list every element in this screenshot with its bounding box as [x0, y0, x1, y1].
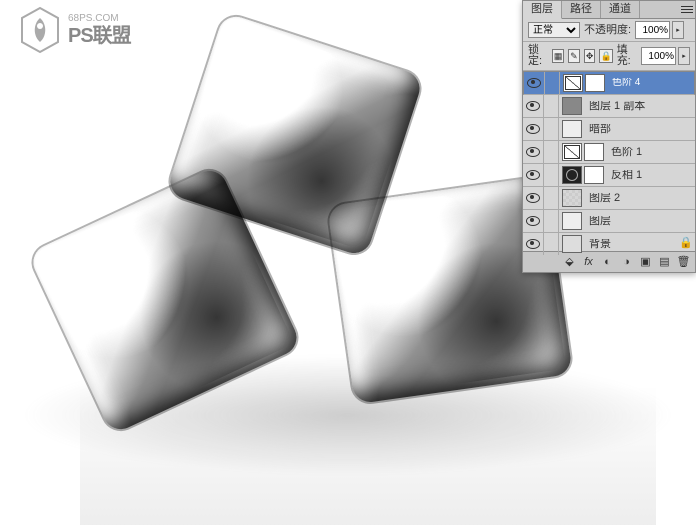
link-col — [544, 164, 559, 186]
lock-trans-icon[interactable]: ▦ — [552, 49, 564, 63]
visibility-toggle[interactable] — [523, 141, 544, 163]
group-icon[interactable]: ▣ — [638, 255, 653, 269]
lock-label: 锁定: — [528, 45, 548, 67]
visibility-toggle[interactable] — [523, 164, 544, 186]
layer-row[interactable]: 暗部 — [523, 118, 695, 141]
layer-list: 色阶 4 图层 1 副本暗部色阶 1 反相 1 图层 2 图层背景🔒 — [523, 71, 695, 251]
tab-layers[interactable]: 图层 — [523, 1, 562, 19]
layer-name: 色阶 1 — [607, 147, 695, 158]
logo-watermark: 68PS.COM PS联盟 — [18, 6, 131, 54]
visibility-toggle[interactable] — [523, 233, 544, 255]
blend-row: 正常 不透明度: ▸ — [523, 19, 695, 42]
img-thumb — [562, 97, 582, 115]
img-thumb — [562, 235, 582, 253]
layer-row[interactable]: 图层 — [523, 210, 695, 233]
layer-name: 图层 2 — [585, 193, 695, 204]
eye-icon — [526, 239, 540, 249]
lock-pos-icon[interactable]: ✥ — [584, 49, 596, 63]
adj-thumb — [563, 74, 583, 92]
logo-main: PS联盟 — [68, 26, 131, 46]
blend-mode-select[interactable]: 正常 — [528, 22, 580, 38]
link-col — [544, 233, 559, 255]
tab-channels[interactable]: 通道 — [601, 1, 640, 18]
layer-row[interactable]: 色阶 1 — [523, 141, 695, 164]
visibility-toggle[interactable] — [523, 95, 544, 117]
layers-panel: 图层 路径 通道 正常 不透明度: ▸ 锁定: ▦ ✎ ✥ 🔒 填充: ▸ 色阶… — [522, 0, 696, 273]
link-col — [544, 141, 559, 163]
txt-thumb — [562, 212, 582, 230]
eye-icon — [526, 147, 540, 157]
eye-icon — [526, 216, 540, 226]
link-layers-icon[interactable]: ⬙ — [562, 255, 577, 269]
opacity-input[interactable]: ▸ — [635, 22, 684, 38]
eye-icon — [526, 193, 540, 203]
fill-label: 填充: — [617, 45, 637, 67]
link-col — [544, 95, 559, 117]
adj-thumb — [562, 143, 582, 161]
layer-row[interactable]: 图层 2 — [523, 187, 695, 210]
new-layer-icon[interactable]: ▤ — [657, 255, 672, 269]
fill-input[interactable]: ▸ — [641, 48, 690, 64]
layer-row[interactable]: 色阶 4 — [523, 71, 695, 95]
link-col — [545, 72, 560, 94]
link-col — [544, 187, 559, 209]
link-col — [544, 118, 559, 140]
layer-row[interactable]: 图层 1 副本 — [523, 95, 695, 118]
txt-thumb — [562, 120, 582, 138]
layer-row[interactable]: 反相 1 — [523, 164, 695, 187]
eye-icon — [526, 101, 540, 111]
layer-name: 暗部 — [585, 124, 695, 135]
layer-name: 背景 — [585, 239, 679, 250]
mask-thumb — [584, 166, 604, 184]
lock-icon: 🔒 — [679, 238, 691, 250]
mask-icon[interactable]: ◐ — [600, 255, 615, 269]
opacity-label: 不透明度: — [584, 25, 631, 36]
eye-icon — [526, 170, 540, 180]
img-thumb — [562, 189, 582, 207]
adj-thumb — [562, 166, 582, 184]
panel-tabs: 图层 路径 通道 — [523, 1, 695, 19]
panel-menu-icon[interactable] — [681, 4, 693, 14]
eye-icon — [527, 78, 541, 88]
fx-icon[interactable]: fx — [581, 255, 596, 269]
link-col — [544, 210, 559, 232]
layer-name: 反相 1 — [607, 170, 695, 181]
adj-layer-icon[interactable]: ◑ — [619, 255, 634, 269]
logo-icon — [18, 6, 62, 54]
eye-icon — [526, 124, 540, 134]
visibility-toggle[interactable] — [523, 210, 544, 232]
lock-pixel-icon[interactable]: ✎ — [568, 49, 580, 63]
trash-icon[interactable]: 🗑 — [676, 255, 691, 269]
visibility-toggle[interactable] — [523, 187, 544, 209]
lock-row: 锁定: ▦ ✎ ✥ 🔒 填充: ▸ — [523, 42, 695, 71]
tab-paths[interactable]: 路径 — [562, 1, 601, 18]
visibility-toggle[interactable] — [523, 118, 544, 140]
mask-thumb — [585, 74, 605, 92]
lock-all-icon[interactable]: 🔒 — [599, 49, 612, 63]
visibility-toggle[interactable] — [524, 72, 545, 94]
layer-name: 图层 — [585, 216, 695, 227]
mask-thumb — [584, 143, 604, 161]
layer-name: 色阶 4 — [608, 78, 694, 88]
layer-name: 图层 1 副本 — [585, 101, 695, 112]
logo-url: 68PS.COM — [68, 14, 131, 24]
